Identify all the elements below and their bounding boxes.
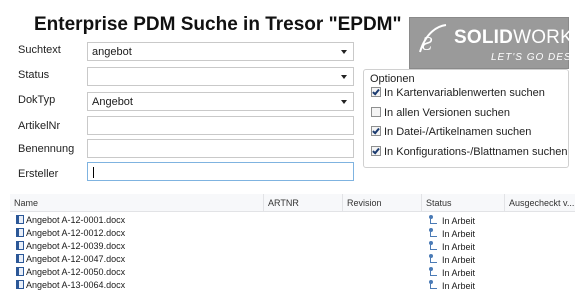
- benennung-input[interactable]: [87, 139, 354, 158]
- status-text: In Arbeit: [442, 255, 476, 265]
- table-row[interactable]: Angebot A-12-0012.docx In Arbeit: [10, 228, 575, 240]
- status-text: In Arbeit: [442, 242, 476, 252]
- word-document-icon: [16, 215, 24, 224]
- column-header-name[interactable]: Name: [10, 194, 264, 212]
- file-name: Angebot A-12-0047.docx: [26, 254, 126, 264]
- column-header-artnr[interactable]: ARTNR: [264, 194, 343, 212]
- checkbox-checked[interactable]: [371, 146, 381, 156]
- chevron-down-icon[interactable]: [341, 100, 347, 104]
- workflow-state-icon: [428, 228, 438, 238]
- file-name: Angebot A-13-0064.docx: [26, 280, 126, 290]
- file-name: Angebot A-12-0012.docx: [26, 228, 126, 238]
- checkbox-checked[interactable]: [371, 126, 381, 136]
- option-alle-versionen[interactable]: In allen Versionen suchen: [371, 107, 510, 119]
- table-row[interactable]: Angebot A-13-0064.docx In Arbeit: [10, 280, 575, 292]
- table-row[interactable]: Angebot A-12-0001.docx In Arbeit: [10, 215, 575, 227]
- column-header-ausgecheckt[interactable]: Ausgecheckt v...: [505, 194, 575, 212]
- suchtext-label: Suchtext: [18, 44, 61, 56]
- option-label: In Datei-/Artikelnamen suchen: [384, 126, 532, 138]
- doktyp-label: DokTyp: [18, 94, 56, 106]
- table-row[interactable]: Angebot A-12-0047.docx In Arbeit: [10, 254, 575, 266]
- option-label: In Kartenvariablenwerten suchen: [384, 87, 545, 99]
- workflow-state-icon: [428, 241, 438, 251]
- column-header-revision[interactable]: Revision: [343, 194, 422, 212]
- ersteller-label: Ersteller: [18, 168, 59, 180]
- workflow-state-icon: [428, 280, 438, 290]
- option-kartenvariablen[interactable]: In Kartenvariablenwerten suchen: [371, 87, 545, 99]
- word-document-icon: [16, 254, 24, 263]
- artikelnr-label: ArtikelNr: [18, 120, 61, 132]
- column-header-status[interactable]: Status: [422, 194, 505, 212]
- file-name: Angebot A-12-0039.docx: [26, 241, 126, 251]
- status-label: Status: [18, 69, 50, 81]
- workflow-state-icon: [428, 215, 438, 225]
- doktyp-value: Angebot: [92, 96, 133, 108]
- status-text: In Arbeit: [442, 229, 476, 239]
- status-combobox[interactable]: [87, 67, 354, 86]
- file-name: Angebot A-12-0001.docx: [26, 215, 126, 225]
- table-row[interactable]: Angebot A-12-0050.docx In Arbeit: [10, 267, 575, 279]
- ersteller-input[interactable]: [87, 162, 354, 181]
- logo-wordmark: SOLIDWORKS: [454, 27, 575, 48]
- status-text: In Arbeit: [442, 268, 476, 278]
- artikelnr-input[interactable]: [87, 116, 354, 135]
- page-title: Enterprise PDM Suche in Tresor "EPDM": [34, 14, 402, 35]
- table-header: Name ARTNR Revision Status Ausgecheckt v…: [10, 194, 575, 212]
- chevron-down-icon[interactable]: [341, 50, 347, 54]
- option-label: In allen Versionen suchen: [384, 107, 510, 119]
- status-text: In Arbeit: [442, 216, 476, 226]
- checkbox-checked[interactable]: [371, 87, 381, 97]
- option-datei-artikelnamen[interactable]: In Datei-/Artikelnamen suchen: [371, 126, 531, 138]
- logo-tagline: LET'S GO DESIGN: [491, 52, 575, 63]
- status-text: In Arbeit: [442, 281, 476, 291]
- suchtext-value: angebot: [92, 46, 132, 58]
- benennung-label: Benennung: [18, 143, 75, 155]
- word-document-icon: [16, 267, 24, 276]
- option-label: In Konfigurations-/Blattnamen suchen: [384, 146, 568, 158]
- ds-logo-icon: Ƨ: [419, 24, 447, 55]
- solidworks-logo: Ƨ SOLIDWORKS LET'S GO DESIGN: [409, 17, 575, 69]
- results-table: Name ARTNR Revision Status Ausgecheckt v…: [10, 194, 575, 299]
- doktyp-select[interactable]: Angebot: [87, 92, 354, 111]
- word-document-icon: [16, 241, 24, 250]
- workflow-state-icon: [428, 254, 438, 264]
- options-legend: Optionen: [368, 73, 417, 85]
- checkbox-unchecked[interactable]: [371, 107, 381, 117]
- suchtext-combobox[interactable]: angebot: [87, 42, 354, 61]
- table-row[interactable]: Angebot A-12-0039.docx In Arbeit: [10, 241, 575, 253]
- option-konfigurationsnamen[interactable]: In Konfigurations-/Blattnamen suchen: [371, 146, 567, 158]
- word-document-icon: [16, 280, 24, 289]
- svg-text:Ƨ: Ƨ: [422, 33, 433, 55]
- file-name: Angebot A-12-0050.docx: [26, 267, 126, 277]
- text-cursor: [93, 167, 94, 178]
- workflow-state-icon: [428, 267, 438, 277]
- word-document-icon: [16, 228, 24, 237]
- chevron-down-icon[interactable]: [341, 75, 347, 79]
